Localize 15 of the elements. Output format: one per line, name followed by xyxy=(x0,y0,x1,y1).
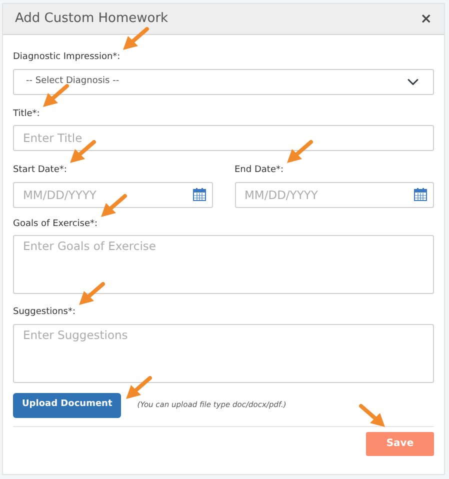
date-field[interactable]: MM/DD/YYYY xyxy=(13,182,212,208)
date-field[interactable]: MM/DD/YYYY xyxy=(234,182,434,208)
field-label: End Date*: xyxy=(234,164,284,177)
field-label: Suggestions*: xyxy=(13,306,76,319)
diagnosis-select[interactable]: -- Select Diagnosis -- xyxy=(13,68,434,94)
field-label: Title*: xyxy=(13,108,40,120)
dialog-title: Add Custom Homework xyxy=(15,10,168,28)
text-area[interactable]: Enter Goals of Exercise xyxy=(13,235,434,294)
upload-button[interactable]: Upload Document xyxy=(13,392,122,418)
close-button[interactable]: × xyxy=(420,8,432,30)
text-area[interactable]: Enter Suggestions xyxy=(13,324,434,382)
field-label: Start Date*: xyxy=(13,164,67,177)
field-label: Goals of Exercise*: xyxy=(13,218,98,230)
field-label: Diagnostic Impression*: xyxy=(13,51,120,64)
input-field[interactable]: Enter Title xyxy=(13,125,434,151)
